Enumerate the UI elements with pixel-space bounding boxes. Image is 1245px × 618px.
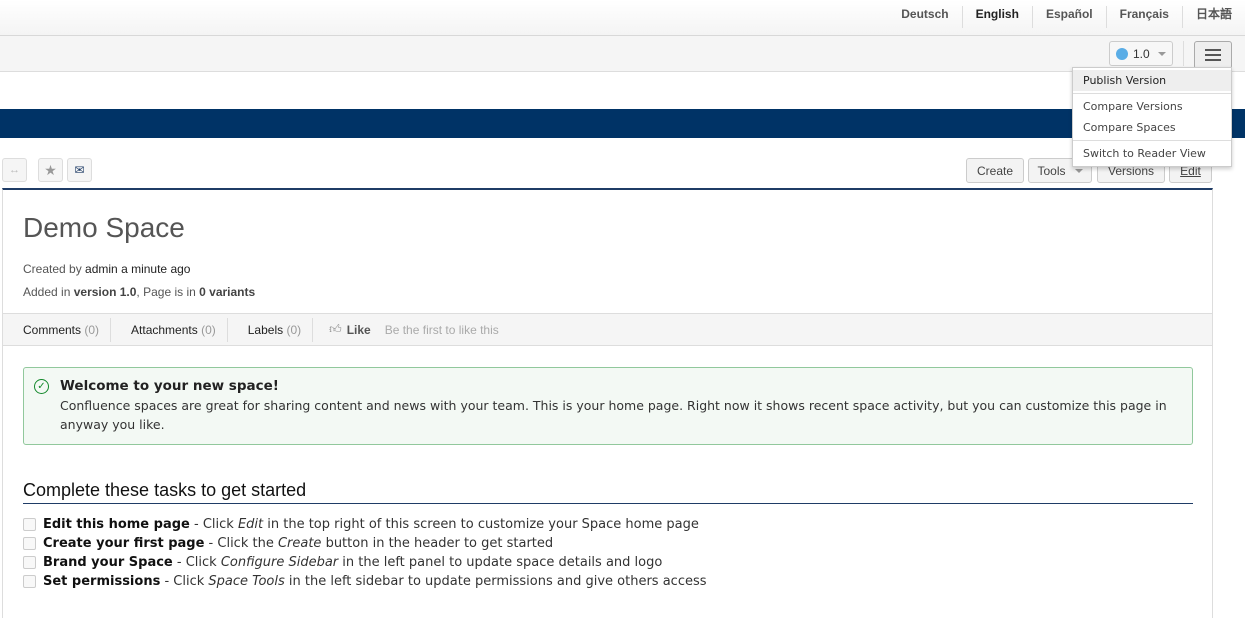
tools-label: Tools [1037, 163, 1066, 178]
menu-item-compare-versions[interactable]: Compare Versions [1073, 96, 1231, 117]
page-content: Demo Space Created by admin a minute ago… [2, 188, 1213, 618]
favourite-button[interactable]: ★ [38, 158, 63, 182]
chevron-down-icon [1074, 168, 1083, 173]
expand-icon: ↔ [9, 164, 20, 176]
welcome-title: Welcome to your new space! [60, 378, 279, 394]
watch-button[interactable]: ✉ [67, 158, 92, 182]
task-checkbox[interactable] [23, 537, 36, 550]
task-title: Set permissions [43, 574, 161, 589]
task-text: in the left sidebar to update permission… [284, 574, 707, 589]
menu-divider [1073, 140, 1231, 141]
task-title: Create your first page [43, 536, 205, 551]
version-selector[interactable]: 1.0 [1109, 41, 1173, 66]
task-text: - Click [172, 555, 221, 570]
tab-comments[interactable]: Comments (0) [3, 317, 112, 342]
thumbs-up-icon: 👍︎ [329, 322, 342, 336]
created-prefix: Created by [23, 262, 82, 276]
tab-count: (0) [84, 322, 100, 337]
added-mid: , Page is in [136, 285, 196, 299]
task-text: in the left panel to update space detail… [338, 555, 663, 570]
task-item: Brand your Space - Click Configure Sideb… [23, 553, 707, 572]
check-circle-icon: ✓ [34, 379, 49, 394]
task-item: Set permissions - Click Space Tools in t… [23, 572, 707, 591]
expand-button[interactable]: ↔ [2, 158, 27, 182]
tab-attachments[interactable]: Attachments (0) [111, 317, 228, 342]
lang-francais[interactable]: Français [1105, 6, 1182, 28]
author-link[interactable]: admin [85, 262, 118, 276]
task-text: in the top right of this screen to custo… [263, 517, 699, 532]
task-checkbox[interactable] [23, 575, 36, 588]
task-em: Edit [237, 517, 264, 532]
task-checkbox[interactable] [23, 518, 36, 531]
tab-label: Attachments [131, 322, 198, 337]
dropdown-menu: Publish Version Compare Versions Compare… [1072, 67, 1232, 167]
menu-divider [1073, 93, 1231, 94]
task-title: Brand your Space [43, 555, 173, 570]
welcome-message: ✓ Welcome to your new space! Confluence … [23, 367, 1193, 445]
version-label: 1.0 [1133, 46, 1150, 61]
hamburger-icon-line [1205, 59, 1221, 61]
task-text: button in the header to get started [321, 536, 554, 551]
welcome-body: Confluence spaces are great for sharing … [60, 398, 1167, 432]
variants-count: 0 variants [199, 285, 256, 299]
tab-count: (0) [201, 322, 216, 337]
task-em: Create [277, 536, 322, 551]
tasks-heading: Complete these tasks to get started [23, 480, 1193, 504]
create-button[interactable]: Create [966, 158, 1024, 183]
menu-item-compare-spaces[interactable]: Compare Spaces [1073, 117, 1231, 138]
hamburger-icon-line [1205, 54, 1221, 56]
version-toolbar: 1.0 [0, 36, 1245, 72]
created-time: a minute ago [121, 262, 191, 276]
menu-button[interactable] [1194, 41, 1232, 69]
brand-header-band [0, 109, 1245, 138]
star-icon: ★ [44, 161, 57, 178]
tab-count: (0) [286, 322, 302, 337]
task-text: - Click [160, 574, 209, 589]
lang-deutsch[interactable]: Deutsch [888, 6, 961, 28]
watch-icon: ✉ [74, 163, 85, 177]
lang-espanol[interactable]: Español [1031, 6, 1106, 28]
tab-label: Labels [247, 322, 284, 337]
task-list: Edit this home page - Click Edit in the … [23, 515, 707, 591]
language-bar: Deutsch English Español Français 日本語 [0, 0, 1245, 36]
task-text: - Click the [204, 536, 278, 551]
task-text: - Click [189, 517, 238, 532]
task-em: Space Tools [208, 574, 285, 589]
menu-item-publish-version[interactable]: Publish Version [1073, 70, 1231, 91]
divider [1183, 41, 1184, 66]
task-title: Edit this home page [43, 517, 190, 532]
version-dot-icon [1116, 47, 1128, 60]
lang-japanese[interactable]: 日本語 [1181, 6, 1245, 28]
task-em: Configure Sidebar [220, 555, 339, 570]
version-info: Added in version 1.0, Page is in 0 varia… [23, 285, 255, 299]
tab-labels[interactable]: Labels (0) [228, 317, 314, 342]
created-by: Created by admin a minute ago [23, 262, 190, 276]
page-tabs: Comments (0) Attachments (0) Labels (0) … [3, 313, 1212, 346]
menu-item-reader-view[interactable]: Switch to Reader View [1073, 143, 1231, 164]
like-button[interactable]: 👍︎ Like [313, 322, 371, 337]
like-message: Be the first to like this [384, 322, 499, 337]
task-item: Create your first page - Click the Creat… [23, 534, 707, 553]
hamburger-icon [1205, 49, 1221, 51]
page-title: Demo Space [23, 212, 185, 243]
task-checkbox[interactable] [23, 556, 36, 569]
added-version: version 1.0 [73, 285, 137, 299]
lang-english[interactable]: English [961, 6, 1032, 28]
chevron-down-icon [1157, 51, 1166, 56]
task-item: Edit this home page - Click Edit in the … [23, 515, 707, 534]
added-prefix: Added in [23, 285, 71, 299]
tab-label: Comments [23, 322, 82, 337]
like-label: Like [346, 322, 371, 337]
